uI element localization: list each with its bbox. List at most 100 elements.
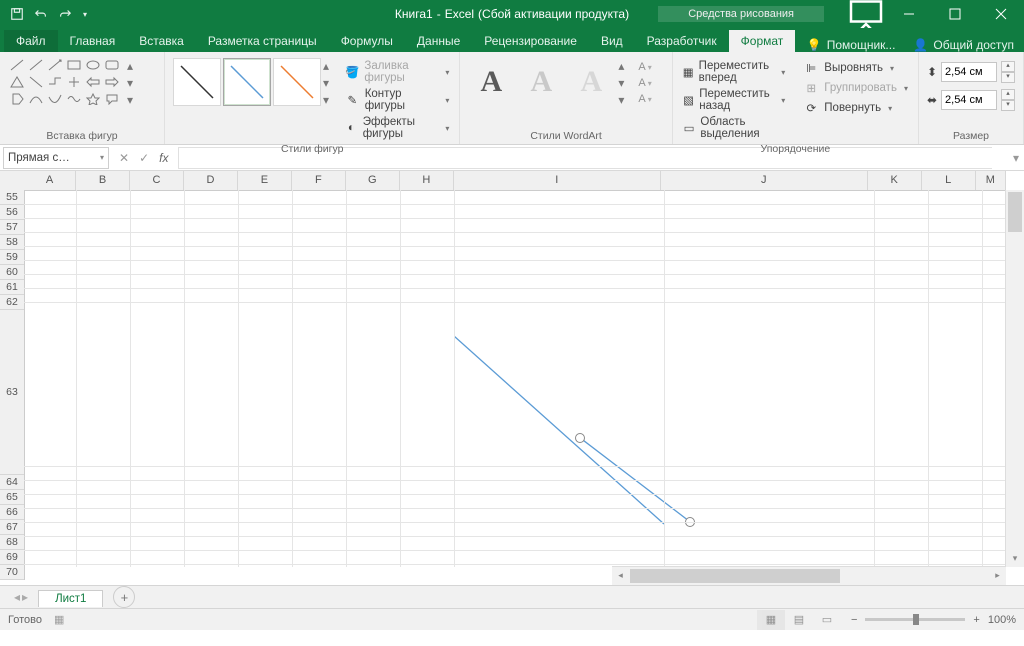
add-sheet-button[interactable]: + bbox=[113, 586, 135, 608]
col-header-C[interactable]: C bbox=[130, 171, 184, 190]
tab-главная[interactable]: Главная bbox=[58, 30, 128, 52]
window-controls bbox=[886, 0, 1024, 28]
row-header-62[interactable]: 62 bbox=[0, 295, 24, 310]
col-header-J[interactable]: J bbox=[661, 171, 868, 190]
bring-forward-button[interactable]: ▦Переместить вперед▾ bbox=[681, 59, 787, 85]
row-header-58[interactable]: 58 bbox=[0, 235, 24, 250]
row-header-66[interactable]: 66 bbox=[0, 505, 24, 520]
scroll-right-icon[interactable]: ▸ bbox=[989, 567, 1006, 585]
selection-handle-start[interactable] bbox=[575, 433, 585, 443]
row-header-59[interactable]: 59 bbox=[0, 250, 24, 265]
cell-grid[interactable] bbox=[24, 190, 1006, 567]
col-header-F[interactable]: F bbox=[292, 171, 346, 190]
col-header-M[interactable]: M bbox=[976, 171, 1006, 190]
zoom-in-button[interactable]: + bbox=[973, 614, 979, 626]
text-fill-outline-effects[interactable]: A▾A▾A▾ bbox=[638, 57, 651, 105]
cancel-icon[interactable]: ✕ bbox=[119, 151, 129, 165]
height-input[interactable] bbox=[941, 62, 997, 82]
wordart-gallery[interactable]: AAA ▴▾▾ bbox=[468, 57, 632, 107]
selection-pane-button[interactable]: ▭Область выделения bbox=[681, 115, 787, 141]
tab-разметка страницы[interactable]: Разметка страницы bbox=[196, 30, 329, 52]
shape-outline-button[interactable]: ✎Контур фигуры▾ bbox=[343, 87, 451, 113]
titlebar: ▾ Книга1 - Excel (Сбой активации продукт… bbox=[0, 0, 1024, 28]
col-header-H[interactable]: H bbox=[400, 171, 454, 190]
col-header-E[interactable]: E bbox=[238, 171, 292, 190]
row-header-63[interactable]: 63 bbox=[0, 310, 24, 475]
minimize-icon[interactable] bbox=[886, 0, 932, 28]
row-header-56[interactable]: 56 bbox=[0, 205, 24, 220]
shape-gallery[interactable] bbox=[8, 57, 121, 107]
tab-рецензирование[interactable]: Рецензирование bbox=[472, 30, 589, 52]
macro-record-icon[interactable]: ▦ bbox=[54, 613, 64, 626]
vscroll-thumb[interactable] bbox=[1008, 192, 1022, 232]
row-header-70[interactable]: 70 bbox=[0, 565, 24, 580]
zoom-out-button[interactable]: − bbox=[851, 614, 857, 626]
col-header-G[interactable]: G bbox=[346, 171, 400, 190]
tab-формат[interactable]: Формат bbox=[729, 30, 796, 52]
shape-fill-button[interactable]: 🪣Заливка фигуры▾ bbox=[343, 59, 451, 85]
normal-view-icon[interactable]: ▦ bbox=[757, 610, 785, 630]
width-input[interactable] bbox=[941, 90, 997, 110]
col-header-B[interactable]: B bbox=[76, 171, 130, 190]
qat-customize-icon[interactable]: ▾ bbox=[78, 3, 92, 25]
save-icon[interactable] bbox=[6, 3, 28, 25]
undo-icon[interactable] bbox=[30, 3, 52, 25]
group-button[interactable]: ⊞Группировать▾ bbox=[801, 79, 910, 97]
col-header-L[interactable]: L bbox=[922, 171, 976, 190]
col-header-D[interactable]: D bbox=[184, 171, 238, 190]
width-spinner[interactable]: ▴▾ bbox=[1001, 89, 1015, 111]
status-ready: Готово bbox=[8, 614, 42, 626]
close-icon[interactable] bbox=[978, 0, 1024, 28]
page-break-view-icon[interactable]: ▭ bbox=[813, 610, 841, 630]
col-header-I[interactable]: I bbox=[454, 171, 661, 190]
tab-file[interactable]: Файл bbox=[4, 30, 58, 52]
row-header-60[interactable]: 60 bbox=[0, 265, 24, 280]
tab-данные[interactable]: Данные bbox=[405, 30, 472, 52]
row-header-57[interactable]: 57 bbox=[0, 220, 24, 235]
name-box[interactable]: Прямая с…▾ bbox=[3, 147, 109, 169]
sheet-tab-active[interactable]: Лист1 bbox=[38, 590, 103, 607]
row-header-55[interactable]: 55 bbox=[0, 190, 24, 205]
horizontal-scrollbar[interactable]: ◂ ▸ bbox=[612, 566, 1006, 585]
column-headers[interactable]: ABCDEFGHIJKLM bbox=[24, 171, 1006, 191]
enter-icon[interactable]: ✓ bbox=[139, 151, 149, 165]
send-backward-button[interactable]: ▧Переместить назад▾ bbox=[681, 87, 787, 113]
align-button[interactable]: ⊫Выровнять▾ bbox=[801, 59, 910, 77]
tab-формулы[interactable]: Формулы bbox=[329, 30, 405, 52]
share-button[interactable]: 👤Общий доступ bbox=[913, 38, 1014, 52]
row-header-68[interactable]: 68 bbox=[0, 535, 24, 550]
tab-разработчик[interactable]: Разработчик bbox=[635, 30, 729, 52]
tab-вид[interactable]: Вид bbox=[589, 30, 635, 52]
style-gallery[interactable]: ▴▾▾ bbox=[173, 57, 337, 107]
vertical-scrollbar[interactable]: ▴ ▾ bbox=[1005, 190, 1024, 567]
expand-formula-icon[interactable]: ▾ bbox=[1008, 151, 1024, 165]
zoom-slider[interactable] bbox=[865, 618, 965, 621]
row-header-64[interactable]: 64 bbox=[0, 475, 24, 490]
col-header-K[interactable]: K bbox=[868, 171, 922, 190]
shape-gallery-more[interactable]: ▴▾▾ bbox=[127, 57, 141, 107]
row-header-67[interactable]: 67 bbox=[0, 520, 24, 535]
col-header-A[interactable]: A bbox=[24, 171, 76, 190]
row-header-65[interactable]: 65 bbox=[0, 490, 24, 505]
shape-effects-button[interactable]: ◐Эффекты фигуры▾ bbox=[343, 115, 451, 141]
tab-вставка[interactable]: Вставка bbox=[127, 30, 196, 52]
row-headers[interactable]: 55565758596061626364656667686970 bbox=[0, 190, 25, 580]
hscroll-thumb[interactable] bbox=[630, 569, 840, 583]
sheet-nav[interactable]: ◂▸ bbox=[6, 590, 36, 604]
style-gallery-more[interactable]: ▴▾▾ bbox=[323, 57, 337, 107]
rotate-button[interactable]: ⟳Повернуть▾ bbox=[801, 99, 910, 117]
redo-icon[interactable] bbox=[54, 3, 76, 25]
fx-icon[interactable]: fx bbox=[159, 151, 168, 165]
maximize-icon[interactable] bbox=[932, 0, 978, 28]
tell-me[interactable]: 💡Помощник... bbox=[807, 38, 896, 52]
scroll-left-icon[interactable]: ◂ bbox=[612, 567, 629, 585]
height-spinner[interactable]: ▴▾ bbox=[1001, 61, 1015, 83]
row-header-69[interactable]: 69 bbox=[0, 550, 24, 565]
wordart-gallery-more[interactable]: ▴▾▾ bbox=[618, 57, 632, 107]
scroll-down-icon[interactable]: ▾ bbox=[1006, 550, 1024, 567]
select-all-corner[interactable] bbox=[0, 171, 25, 191]
ribbon-options-icon[interactable] bbox=[846, 0, 886, 28]
row-header-61[interactable]: 61 bbox=[0, 280, 24, 295]
zoom-level[interactable]: 100% bbox=[988, 614, 1016, 626]
page-layout-view-icon[interactable]: ▤ bbox=[785, 610, 813, 630]
